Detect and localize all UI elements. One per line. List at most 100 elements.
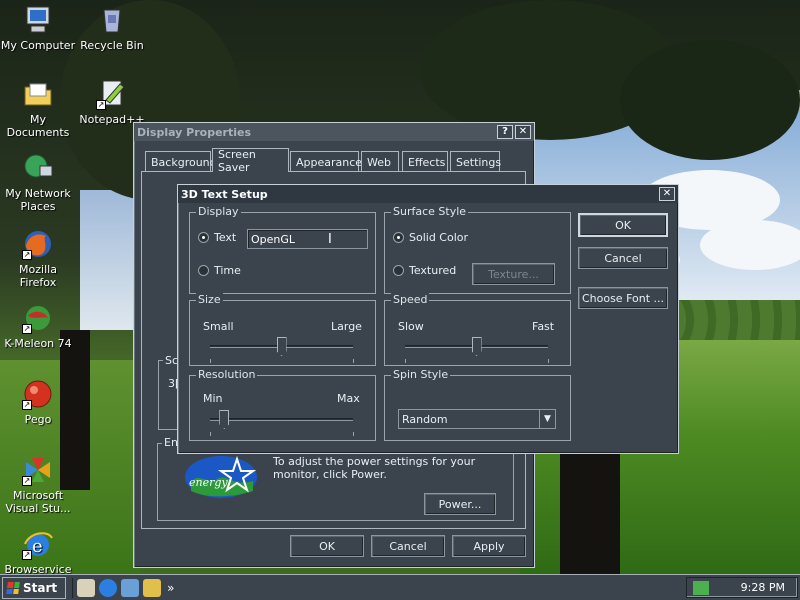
- desktop-icon-recycle-bin[interactable]: Recycle Bin: [74, 4, 150, 52]
- folder-icon: [22, 78, 54, 110]
- folder-icon[interactable]: [143, 578, 162, 597]
- radio-label: Time: [214, 264, 241, 277]
- spin-style-groupbox: Spin Style: [384, 368, 571, 441]
- desktop-icon-label: K-Meleon 74: [4, 337, 72, 350]
- dialog-cancel-button[interactable]: Cancel: [578, 247, 668, 269]
- tab-effects[interactable]: Effects: [402, 151, 448, 172]
- shortcut-arrow-icon: ↗: [22, 250, 32, 260]
- tab-settings[interactable]: Settings: [450, 151, 501, 172]
- radio-dot: [393, 265, 404, 276]
- radio-label: Text: [214, 231, 237, 244]
- shortcut-arrow-icon: ↗: [22, 550, 32, 560]
- size-max-label: Large: [331, 320, 362, 333]
- svg-text:e: e: [32, 536, 43, 557]
- display-time-radio[interactable]: Time: [198, 264, 241, 277]
- tab-background[interactable]: Background: [145, 151, 217, 172]
- desktop-icon-browservice[interactable]: e ↗ Browservice: [0, 528, 76, 576]
- texture-button[interactable]: Texture...: [472, 263, 555, 285]
- tab-screen-saver[interactable]: Screen Saver: [212, 148, 289, 174]
- speed-max-label: Fast: [532, 320, 555, 333]
- size-min-label: Small: [203, 320, 234, 333]
- radio-label: Solid Color: [409, 231, 469, 244]
- desktop-icon-k-meleon[interactable]: ↗ K-Meleon 74: [0, 302, 76, 350]
- k-meleon-icon: ↗: [22, 302, 54, 334]
- system-tray: 9:28 PM: [686, 577, 798, 598]
- desktop-icon-notepad-plus-plus[interactable]: ↗ Notepad++: [74, 78, 150, 126]
- tab-appearance[interactable]: Appearance: [290, 151, 362, 172]
- start-button[interactable]: Start: [2, 576, 67, 599]
- cancel-button[interactable]: Cancel: [371, 535, 445, 557]
- choose-font-button[interactable]: Choose Font ...: [578, 287, 668, 309]
- groupbox-legend: Size: [196, 293, 223, 306]
- wallpaper-foliage: [620, 40, 800, 160]
- slider-tick: [405, 359, 406, 363]
- ok-button[interactable]: OK: [290, 535, 364, 557]
- network-icon: [22, 152, 54, 184]
- slider-tick: [210, 359, 211, 363]
- radio-dot: [393, 232, 404, 243]
- ibeam-cursor-icon: I: [328, 232, 332, 247]
- desktop-icon-my-documents[interactable]: My Documents: [0, 78, 76, 139]
- power-button[interactable]: Power...: [424, 493, 496, 515]
- desktop-icon-pego[interactable]: ↗ Pego: [0, 378, 76, 426]
- clock[interactable]: 9:28 PM: [741, 581, 785, 594]
- computer-icon: [22, 4, 54, 36]
- text-setup-titlebar[interactable]: 3D Text Setup ✕: [178, 185, 678, 203]
- shortcut-arrow-icon: ↗: [96, 100, 106, 110]
- resolution-slider-track[interactable]: [210, 418, 353, 421]
- close-button[interactable]: ✕: [659, 187, 675, 201]
- windows-logo-icon: [6, 581, 20, 594]
- network-tray-icon[interactable]: [692, 580, 709, 595]
- slider-tick: [210, 432, 211, 436]
- power-settings-text: To adjust the power settings for your mo…: [273, 455, 476, 481]
- groupbox-legend: Surface Style: [391, 205, 469, 218]
- desktop-icon-label: Microsoft Visual Stu...: [5, 489, 71, 515]
- internet-explorer-icon[interactable]: [99, 578, 118, 597]
- shortcut-arrow-icon: ↗: [22, 400, 32, 410]
- energy-logo-text: energy: [189, 476, 228, 489]
- text-input-value: OpenGL: [251, 232, 296, 246]
- slider-tick: [353, 432, 354, 436]
- apply-button[interactable]: Apply: [452, 535, 526, 557]
- help-button[interactable]: ?: [497, 125, 513, 139]
- desktop-icon-label: My Computer: [0, 39, 76, 52]
- groupbox-legend: Display: [196, 205, 241, 218]
- surface-textured-radio[interactable]: Textured: [393, 264, 456, 277]
- notepad-plus-plus-icon: ↗: [96, 78, 128, 110]
- desktop-icon-label: My Documents: [6, 113, 70, 139]
- show-desktop-icon[interactable]: [77, 578, 96, 597]
- dialog-ok-button[interactable]: OK: [578, 213, 668, 237]
- visual-studio-icon: ↗: [22, 454, 54, 486]
- wallpaper-cloud: [700, 220, 800, 270]
- speed-min-label: Slow: [398, 320, 424, 333]
- desktop-icon-mozilla-firefox[interactable]: ↗ Mozilla Firefox: [0, 228, 76, 289]
- shortcut-arrow-icon: ↗: [22, 324, 32, 334]
- surface-solid-color-radio[interactable]: Solid Color: [393, 231, 468, 244]
- recycle-bin-icon: [96, 4, 128, 36]
- display-text-radio[interactable]: Text: [198, 231, 236, 244]
- start-label: Start: [23, 580, 58, 595]
- desktop-icon-label: Mozilla Firefox: [19, 263, 57, 289]
- windows-media-icon[interactable]: [121, 578, 140, 597]
- display-properties-titlebar[interactable]: Display Properties ? ✕: [134, 123, 534, 141]
- close-button[interactable]: ✕: [515, 125, 531, 139]
- spin-style-select[interactable]: Random ▼: [398, 409, 556, 429]
- chevron-down-icon[interactable]: ▼: [539, 410, 555, 428]
- desktop-icon-visual-studio[interactable]: ↗ Microsoft Visual Stu...: [0, 454, 76, 515]
- desktop-icon-my-computer[interactable]: My Computer: [0, 4, 76, 52]
- resolution-min-label: Min: [203, 392, 223, 405]
- quick-launch-overflow-icon[interactable]: »: [167, 581, 174, 595]
- radio-label: Textured: [409, 264, 457, 277]
- tab-web[interactable]: Web: [361, 151, 399, 172]
- desktop-icon-my-network-places[interactable]: My Network Places: [0, 152, 76, 213]
- resolution-groupbox: Resolution: [189, 368, 376, 441]
- spin-style-value: Random: [402, 412, 448, 426]
- taskbar-divider: [72, 577, 74, 598]
- dialog-title: 3D Text Setup: [181, 187, 268, 201]
- pego-icon: ↗: [22, 378, 54, 410]
- desktop-icon-label: Pego: [24, 413, 52, 426]
- display-text-input[interactable]: OpenGL I: [247, 229, 368, 249]
- radio-dot: [198, 232, 209, 243]
- taskbar: Start » 9:28 PM: [0, 574, 800, 600]
- groupbox-legend: Speed: [391, 293, 430, 306]
